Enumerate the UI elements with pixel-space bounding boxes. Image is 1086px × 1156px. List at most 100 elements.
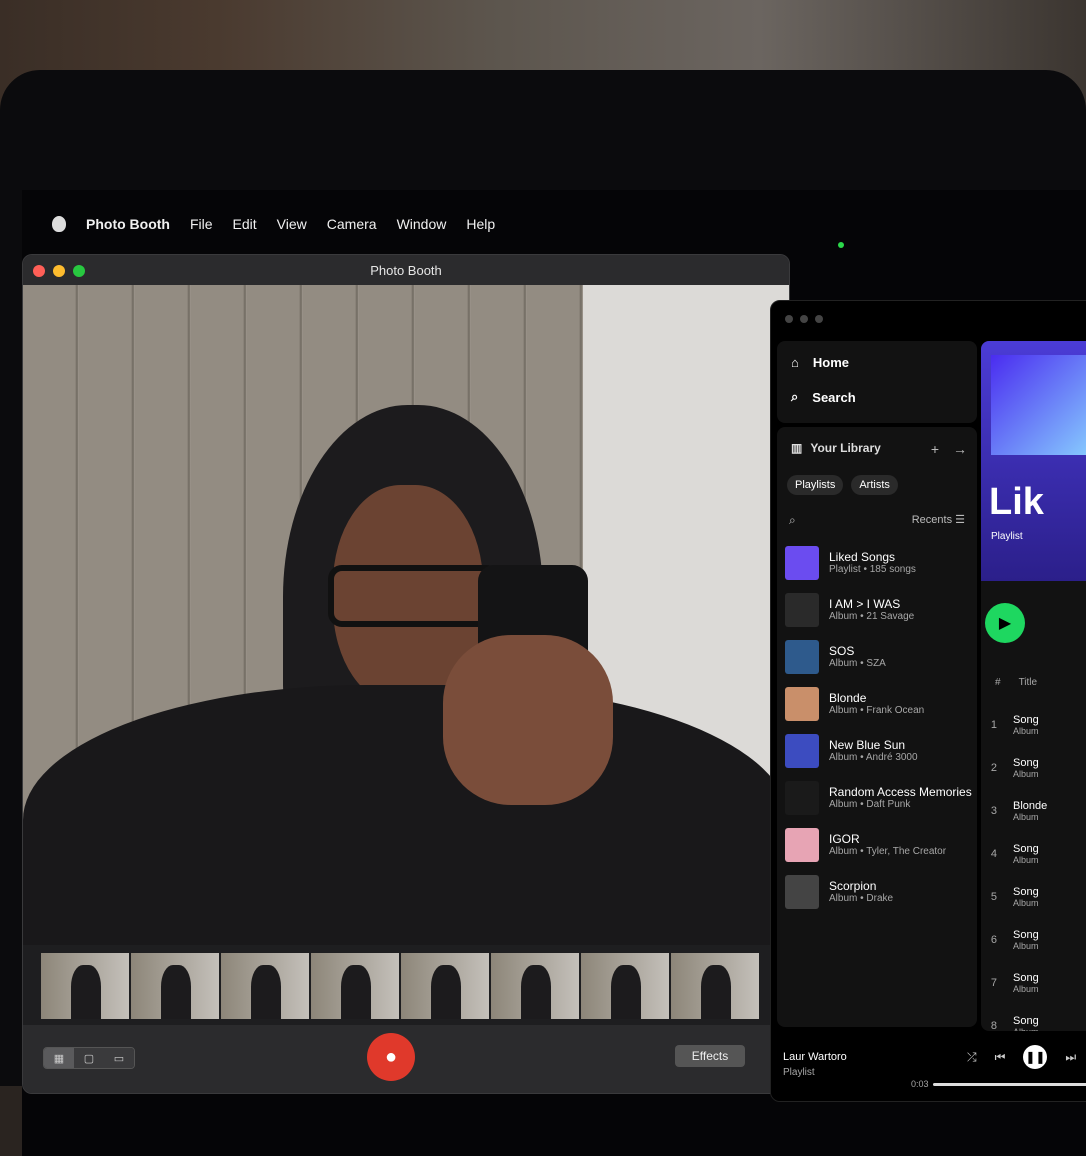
effects-button[interactable]: Effects bbox=[675, 1045, 745, 1067]
library-search-icon[interactable]: ⌕ bbox=[789, 513, 796, 528]
nav-search[interactable]: ⌕ Search bbox=[791, 389, 856, 405]
menu-camera[interactable]: Camera bbox=[327, 216, 377, 232]
library-item[interactable]: I AM > I WAS Album • 21 Savage bbox=[785, 586, 975, 633]
track-title: Song bbox=[1013, 971, 1039, 984]
grid-view-icon[interactable]: ▦ bbox=[44, 1048, 74, 1068]
item-subtitle: Album • Daft Punk bbox=[829, 799, 911, 810]
window-controls bbox=[785, 315, 823, 323]
item-text: New Blue Sun Album • André 3000 bbox=[829, 738, 918, 763]
track-subtitle: Album bbox=[1013, 811, 1039, 822]
item-text: SOS Album • SZA bbox=[829, 644, 886, 669]
thumbnail[interactable] bbox=[581, 953, 669, 1019]
track-text: Blonde Album bbox=[1013, 800, 1047, 822]
item-subtitle: Album • Frank Ocean bbox=[829, 705, 925, 716]
menu-view[interactable]: View bbox=[277, 216, 307, 232]
item-subtitle: Album • André 3000 bbox=[829, 752, 918, 763]
track-title: Song bbox=[1013, 1014, 1039, 1027]
track-title: Blonde bbox=[1013, 799, 1048, 812]
item-text: Random Access Memories Album • Daft Punk bbox=[829, 785, 972, 810]
close-button[interactable] bbox=[785, 315, 793, 323]
cover-art bbox=[785, 827, 819, 862]
sort-label: Recents bbox=[911, 514, 953, 526]
menu-help[interactable]: Help bbox=[466, 216, 495, 232]
library-item[interactable]: Scorpion Album • Drake bbox=[785, 868, 975, 915]
thumbnail[interactable] bbox=[401, 953, 489, 1019]
zoom-button[interactable] bbox=[815, 315, 823, 323]
now-playing-subtitle[interactable]: Playlist bbox=[783, 1067, 815, 1078]
track-row[interactable]: 5 Song Album bbox=[987, 875, 1047, 918]
item-title: Liked Songs bbox=[829, 550, 896, 564]
main-panel: Lik Playlist ▶ # Title 1 Song Album 2 Song Al… bbox=[981, 341, 1086, 1031]
library-panel: ▥ Your Library + → Playlists Artists ⌕ R… bbox=[777, 427, 977, 1027]
menu-window[interactable]: Window bbox=[397, 216, 447, 232]
camera-shutter-button[interactable]: ● bbox=[367, 1033, 415, 1081]
library-header[interactable]: ▥ Your Library bbox=[791, 441, 881, 455]
chip-playlists[interactable]: Playlists bbox=[787, 475, 844, 495]
thumbnail[interactable] bbox=[671, 953, 759, 1019]
shuffle-icon[interactable]: ⤮ bbox=[967, 1050, 977, 1065]
menu-file[interactable]: File bbox=[190, 216, 213, 232]
track-subtitle: Album bbox=[1013, 983, 1039, 994]
single-view-icon[interactable]: ▢ bbox=[74, 1048, 104, 1068]
previous-icon[interactable]: ⏮ bbox=[995, 1050, 1006, 1065]
nav-search-label: Search bbox=[812, 389, 856, 405]
track-text: SongAlbum bbox=[1013, 1015, 1039, 1032]
cover-art bbox=[785, 733, 819, 768]
track-row[interactable]: 6 Song Album bbox=[987, 918, 1047, 961]
track-text: SongAlbum bbox=[1013, 972, 1039, 994]
pause-icon[interactable]: ❚❚ bbox=[1023, 1045, 1048, 1069]
hand bbox=[443, 635, 613, 805]
chip-artists[interactable]: Artists bbox=[851, 475, 898, 495]
sort-recents[interactable]: Recents ☰ bbox=[912, 513, 965, 526]
track-row[interactable]: 2 Song Album bbox=[987, 746, 1047, 789]
add-icon[interactable]: + bbox=[931, 441, 939, 457]
track-row[interactable]: 3 Blonde Album bbox=[987, 789, 1047, 832]
item-text: IGOR Album • Tyler, The Creator bbox=[829, 832, 946, 857]
next-icon[interactable]: ⏭ bbox=[1065, 1050, 1076, 1065]
camera-indicator-icon bbox=[838, 242, 844, 248]
arrow-right-icon[interactable]: → bbox=[953, 441, 967, 457]
track-row[interactable]: 7 Song Album bbox=[987, 961, 1047, 1004]
track-row[interactable]: 8 SongAlbum bbox=[987, 1004, 1047, 1032]
track-title: Song bbox=[1013, 928, 1039, 941]
thumbnail[interactable] bbox=[41, 953, 129, 1019]
library-item[interactable]: Random Access Memories Album • Daft Punk bbox=[785, 774, 975, 821]
nav-home[interactable]: ⌂ Home bbox=[791, 355, 849, 370]
thumbnail[interactable] bbox=[491, 953, 579, 1019]
thumbnail[interactable] bbox=[131, 953, 219, 1019]
library-item[interactable]: New Blue Sun Album • André 3000 bbox=[785, 727, 975, 774]
cover-art bbox=[785, 874, 819, 909]
player-bar: Laur Wartoro Playlist ⤮ ⏮ ❚❚ ⏭ 0:03 bbox=[771, 1035, 1086, 1101]
track-subtitle: Album bbox=[1013, 897, 1039, 908]
camera-preview bbox=[23, 285, 789, 945]
track-number: 3 bbox=[990, 804, 997, 817]
now-playing-title[interactable]: Laur Wartoro bbox=[783, 1051, 847, 1063]
person-body bbox=[23, 685, 789, 945]
menu-app-name[interactable]: Photo Booth bbox=[86, 216, 170, 232]
track-row[interactable]: 4 Song Album bbox=[987, 832, 1047, 875]
playlist-title: Lik bbox=[989, 481, 1044, 523]
apple-menu-icon[interactable] bbox=[52, 216, 66, 232]
library-item[interactable]: SOS Album • SZA bbox=[785, 633, 975, 680]
playlist-hero: Lik Playlist bbox=[981, 341, 1086, 581]
search-icon: ⌕ bbox=[791, 389, 799, 404]
library-item[interactable]: Liked Songs Playlist • 185 songs bbox=[785, 539, 975, 586]
library-item[interactable]: Blonde Album • Frank Ocean bbox=[785, 680, 975, 727]
cover-art bbox=[785, 639, 819, 674]
item-text: Blonde Album • Frank Ocean bbox=[829, 691, 924, 716]
library-icon: ▥ bbox=[791, 441, 803, 455]
thumbnail[interactable] bbox=[221, 953, 309, 1019]
minimize-button[interactable] bbox=[800, 315, 808, 323]
library-item[interactable]: IGOR Album • Tyler, The Creator bbox=[785, 821, 975, 868]
track-number: 6 bbox=[990, 933, 997, 946]
screen: Photo Booth File Edit View Camera Window… bbox=[22, 190, 1086, 1156]
track-number: 2 bbox=[990, 761, 997, 774]
elapsed-time: 0:03 bbox=[911, 1079, 929, 1089]
menu-edit[interactable]: Edit bbox=[233, 216, 257, 232]
strip-view-icon[interactable]: ▭ bbox=[104, 1048, 134, 1068]
track-text: SongAlbum bbox=[1013, 714, 1039, 736]
play-button[interactable]: ▶ bbox=[985, 603, 1025, 643]
thumbnail[interactable] bbox=[311, 953, 399, 1019]
playback-controls: ⤮ ⏮ ❚❚ ⏭ bbox=[967, 1045, 1076, 1069]
track-row[interactable]: 1 Song Album bbox=[987, 703, 1047, 746]
